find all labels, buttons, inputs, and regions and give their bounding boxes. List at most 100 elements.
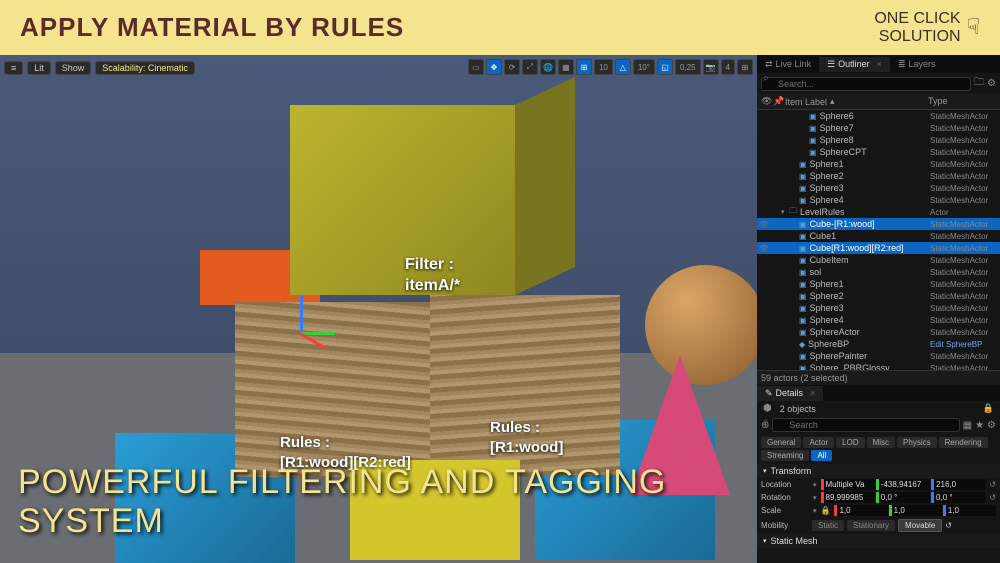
pin-column-icon[interactable]: 📌	[773, 96, 785, 107]
category-physics[interactable]: Physics	[897, 437, 937, 448]
outliner-row[interactable]: ▣Sphere1StaticMeshActor	[757, 158, 1000, 170]
camera-speed-value[interactable]: 4	[721, 59, 735, 75]
outliner-row[interactable]: ▣SpherePainterStaticMeshActor	[757, 350, 1000, 362]
object-icon: ⬢	[763, 403, 772, 414]
location-x-input[interactable]: Multiple Va	[821, 479, 875, 490]
actor-type-text[interactable]: Edit SphereBP	[930, 340, 998, 349]
outliner-row[interactable]: ▣SphereCPTStaticMeshActor	[757, 146, 1000, 158]
gizmo-z-axis[interactable]	[300, 295, 303, 335]
outliner-row[interactable]: ▣Sphere3StaticMeshActor	[757, 302, 1000, 314]
outliner-row[interactable]: 👁▣Cube[R1:wood][R2:red]StaticMeshActor	[757, 242, 1000, 254]
mobility-stationary-button[interactable]: Stationary	[847, 520, 895, 531]
scale-lock-icon[interactable]: 🔒	[821, 506, 831, 515]
outliner-row[interactable]: ▾🗀LevelRulesActor	[757, 206, 1000, 218]
rotation-x-input[interactable]: 89,999985	[821, 492, 875, 503]
select-tool-icon[interactable]: ▭	[468, 59, 484, 75]
location-z-input[interactable]: 216,0	[931, 479, 985, 490]
section-transform[interactable]: ▾Transform	[757, 464, 1000, 478]
category-general[interactable]: General	[761, 437, 801, 448]
settings-icon[interactable]: ⚙	[987, 78, 996, 89]
show-button[interactable]: Show	[55, 61, 92, 75]
scale-snap-value[interactable]: 0,25	[675, 59, 701, 75]
outliner-row[interactable]: ▣Sphere2StaticMeshActor	[757, 290, 1000, 302]
chevron-down-icon[interactable]: ▾	[813, 507, 817, 515]
viewport[interactable]: ≡ Lit Show Scalability: Cinematic ▭ ✥ ⟳ …	[0, 55, 757, 563]
camera-speed-icon[interactable]: 📷	[703, 59, 719, 75]
category-streaming[interactable]: Streaming	[761, 450, 809, 461]
outliner-row[interactable]: ▣Sphere1StaticMeshActor	[757, 278, 1000, 290]
angle-snap-icon[interactable]: △	[615, 59, 631, 75]
filter-icon[interactable]: ⊕	[761, 420, 769, 431]
details-search-input[interactable]	[772, 418, 959, 432]
location-y-input[interactable]: -438,94167	[876, 479, 930, 490]
outliner-tab-bar: ⇄Live Link ☰Outliner× ≣Layers	[757, 55, 1000, 73]
outliner-row[interactable]: ▣Sphere3StaticMeshActor	[757, 182, 1000, 194]
outliner-search-input[interactable]	[761, 77, 971, 91]
category-actor[interactable]: Actor	[803, 437, 834, 448]
column-item-label[interactable]: Item Label▴	[785, 96, 928, 107]
reset-location-button[interactable]: ↺	[989, 480, 996, 489]
actor-label: Sphere8	[820, 135, 930, 145]
outliner-row[interactable]: ▣CubeItemStaticMeshActor	[757, 254, 1000, 266]
scale-z-input[interactable]: 1,0	[943, 505, 996, 516]
category-all[interactable]: All	[811, 450, 832, 461]
scale-snap-icon[interactable]: ◱	[657, 59, 673, 75]
maximize-viewport-icon[interactable]: ⊞	[737, 59, 753, 75]
scale-tool-icon[interactable]: ⤢	[522, 59, 538, 75]
outliner-row[interactable]: 👁▣Cube-[R1:wood]StaticMeshActor	[757, 218, 1000, 230]
angle-snap-value[interactable]: 10°	[633, 59, 655, 75]
rotation-y-input[interactable]: 0,0 °	[876, 492, 930, 503]
close-icon[interactable]: ×	[877, 59, 882, 69]
eye-column-icon[interactable]: 👁	[761, 96, 773, 107]
view-mode-button[interactable]: Lit	[27, 61, 51, 75]
category-misc[interactable]: Misc	[867, 437, 895, 448]
tab-livelink[interactable]: ⇄Live Link	[757, 57, 819, 72]
lock-icon[interactable]: 🔒	[983, 403, 994, 414]
outliner-row[interactable]: ▣Sphere4StaticMeshActor	[757, 314, 1000, 326]
outliner-row[interactable]: ▣Sphere_PBRGlossyStaticMeshActor	[757, 362, 1000, 370]
folder-add-icon[interactable]: 🗀	[974, 75, 984, 92]
outliner-row[interactable]: ▣Sphere2StaticMeshActor	[757, 170, 1000, 182]
category-rendering[interactable]: Rendering	[939, 437, 988, 448]
section-static-mesh[interactable]: ▾Static Mesh	[757, 534, 1000, 548]
reset-rotation-button[interactable]: ↺	[989, 493, 996, 502]
visibility-toggle-icon[interactable]: 👁	[759, 244, 771, 253]
close-icon[interactable]: ×	[810, 388, 815, 398]
surface-snap-icon[interactable]: ▦	[558, 59, 574, 75]
outliner-row[interactable]: ▣Sphere8StaticMeshActor	[757, 134, 1000, 146]
rotate-tool-icon[interactable]: ⟳	[504, 59, 520, 75]
translate-tool-icon[interactable]: ✥	[486, 59, 502, 75]
favorite-icon[interactable]: ★	[975, 420, 984, 431]
chevron-down-icon[interactable]: ▾	[813, 494, 817, 502]
grid-snap-icon[interactable]: ⊞	[576, 59, 592, 75]
column-type[interactable]: Type	[928, 96, 996, 107]
outliner-row[interactable]: ▣solStaticMeshActor	[757, 266, 1000, 278]
outliner-row[interactable]: ▣Cube1StaticMeshActor	[757, 230, 1000, 242]
outliner-tree[interactable]: ▣Sphere6StaticMeshActor▣Sphere7StaticMes…	[757, 110, 1000, 370]
property-matrix-icon[interactable]: ▦	[963, 420, 972, 431]
rotation-z-input[interactable]: 0,0 °	[931, 492, 985, 503]
outliner-row[interactable]: ▣Sphere7StaticMeshActor	[757, 122, 1000, 134]
category-lod[interactable]: LOD	[836, 437, 864, 448]
reset-mobility-button[interactable]: ↺	[945, 521, 952, 530]
chevron-down-icon[interactable]: ▾	[813, 481, 817, 489]
mobility-movable-button[interactable]: Movable	[898, 519, 942, 532]
grid-snap-value[interactable]: 10	[594, 59, 613, 75]
gear-icon[interactable]: ⚙	[987, 420, 996, 431]
actor-type-icon: ▣	[799, 256, 807, 265]
scale-x-input[interactable]: 1,0	[834, 505, 887, 516]
tab-details[interactable]: ✎Details×	[757, 386, 823, 401]
scale-y-input[interactable]: 1,0	[889, 505, 942, 516]
actor-type-icon: ▣	[799, 220, 807, 229]
coord-space-icon[interactable]: 🌐	[540, 59, 556, 75]
outliner-row[interactable]: ▣SphereActorStaticMeshActor	[757, 326, 1000, 338]
tab-outliner[interactable]: ☰Outliner×	[819, 57, 890, 72]
viewport-menu-button[interactable]: ≡	[4, 61, 23, 75]
visibility-toggle-icon[interactable]: 👁	[759, 220, 771, 229]
outliner-row[interactable]: ◆SphereBPEdit SphereBP	[757, 338, 1000, 350]
mobility-static-button[interactable]: Static	[812, 520, 844, 531]
outliner-row[interactable]: ▣Sphere6StaticMeshActor	[757, 110, 1000, 122]
tab-layers[interactable]: ≣Layers	[890, 57, 944, 72]
expand-icon[interactable]: ▾	[781, 208, 789, 216]
scalability-button[interactable]: Scalability: Cinematic	[95, 61, 195, 75]
